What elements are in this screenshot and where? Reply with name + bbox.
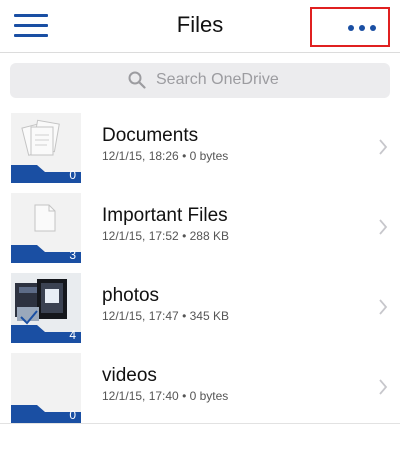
folder-name: photos: [102, 285, 160, 306]
documents-thumbnail: 0: [11, 113, 81, 183]
search-placeholder: Search OneDrive: [156, 71, 279, 88]
more-dots-icon: [348, 25, 354, 31]
folder-row-photos[interactable]: 4 photos 12/1/15, 17:47 • 345 KB: [0, 270, 400, 350]
chevron-right-icon: [379, 219, 388, 235]
search-input[interactable]: Search OneDrive: [10, 63, 390, 98]
file-thumbnail: 3: [11, 193, 81, 263]
chevron-right-icon: [379, 299, 388, 315]
folder-row-documents[interactable]: 0 Documents 12/1/15, 18:26 • 0 bytes: [0, 110, 400, 190]
list-divider: [0, 423, 400, 424]
folder-meta: 12/1/15, 17:40 • 0 bytes: [102, 389, 229, 403]
file-list: 0 Documents 12/1/15, 18:26 • 0 bytes 3 I…: [0, 110, 400, 430]
chevron-right-icon: [379, 379, 388, 395]
empty-thumbnail: 0: [11, 353, 81, 423]
search-icon: [128, 71, 146, 89]
folder-name: videos: [102, 365, 157, 386]
folder-name: Documents: [102, 125, 199, 146]
top-bar: Files: [0, 0, 400, 53]
item-count: 4: [69, 328, 76, 342]
chevron-right-icon: [379, 139, 388, 155]
folder-meta: 12/1/15, 17:52 • 288 KB: [102, 229, 229, 243]
folder-meta: 12/1/15, 17:47 • 345 KB: [102, 309, 229, 323]
folder-row-important-files[interactable]: 3 Important Files 12/1/15, 17:52 • 288 K…: [0, 190, 400, 270]
photo-thumbnail: 4: [11, 273, 81, 343]
item-count: 3: [69, 248, 76, 262]
folder-row-videos[interactable]: 0 videos 12/1/15, 17:40 • 0 bytes: [0, 350, 400, 430]
folder-meta: 12/1/15, 18:26 • 0 bytes: [102, 149, 229, 163]
item-count: 0: [69, 168, 76, 182]
folder-name: Important Files: [102, 205, 228, 226]
item-count: 0: [69, 408, 76, 422]
more-options-button[interactable]: [310, 7, 390, 47]
